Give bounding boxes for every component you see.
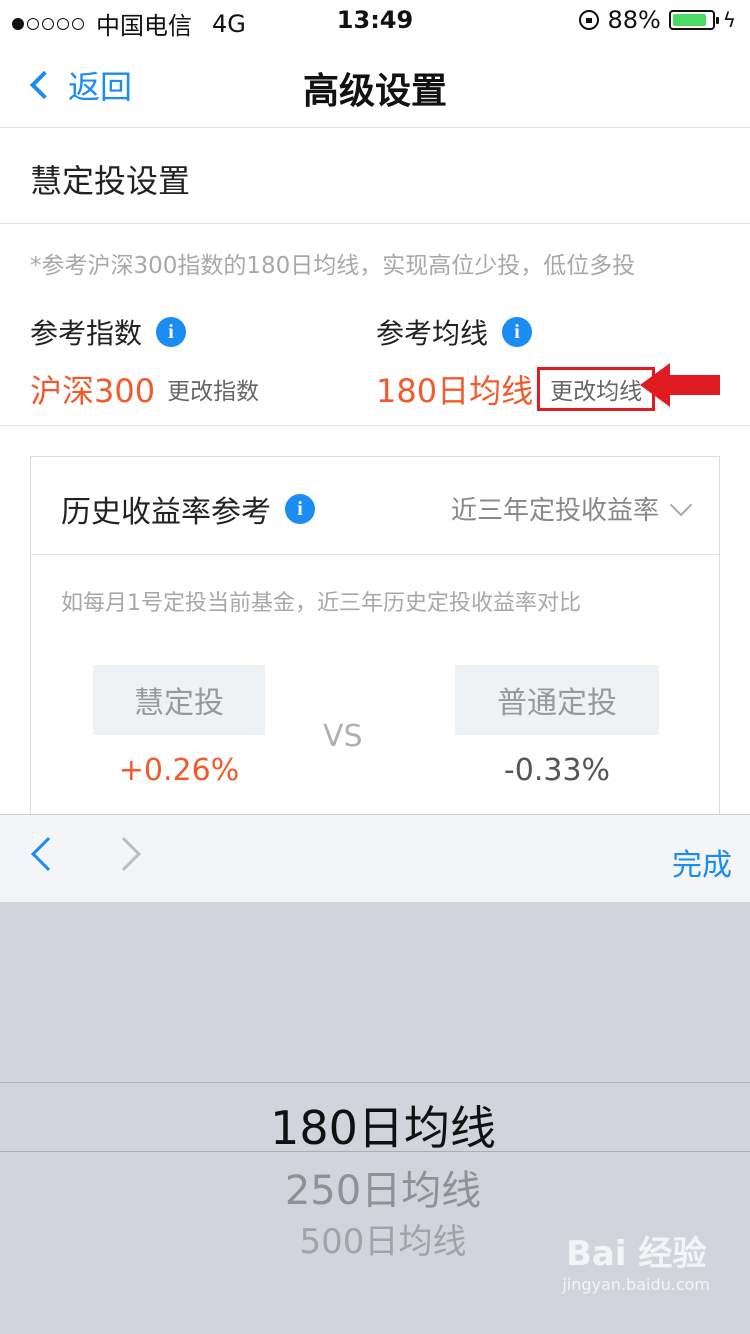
change-ma-link[interactable]: 更改均线 (537, 367, 656, 411)
baidu-jingyan-watermark: Bai 经验 jingyan.baidu.com (562, 1226, 710, 1294)
divider (0, 425, 750, 426)
reference-ma-label-row: 参考均线 i (376, 312, 655, 352)
card-title: 历史收益率参考 (61, 495, 271, 530)
done-button[interactable]: 完成 (672, 840, 732, 884)
card-description: 如每月1号定投当前基金，近三年历史定投收益率对比 (61, 591, 581, 616)
card-header: 历史收益率参考 i 近三年定投收益率 (31, 457, 719, 555)
period-selector[interactable]: 近三年定投收益率 (450, 490, 693, 527)
reference-ma-label: 参考均线 (376, 317, 489, 350)
watermark-main: Bai 经验 (565, 1234, 707, 1274)
picker-option[interactable]: 180日均线 (0, 1092, 750, 1158)
history-return-card: 历史收益率参考 i 近三年定投收益率 如每月1号定投当前基金，近三年历史定投收益… (30, 456, 720, 816)
status-bar: 中国电信 4G 13:49 88% ϟ (0, 0, 750, 40)
info-icon[interactable]: i (502, 317, 533, 347)
card-title-row: 历史收益率参考 i (61, 487, 315, 531)
reference-note: *参考沪深300指数的180日均线，实现高位少投，低位多投 (30, 253, 636, 279)
smart-invest-return: +0.26% (118, 753, 240, 788)
ma-picker[interactable]: 180日均线 250日均线 500日均线 Bai 经验 jingyan.baid… (0, 902, 750, 1334)
rotation-lock-icon (579, 10, 600, 30)
reference-index-label-row: 参考指数 i (30, 312, 259, 352)
battery-percent: 88% (607, 6, 661, 34)
navigation-bar: 返回 高级设置 (0, 40, 750, 128)
period-selector-label: 近三年定投收益率 (450, 496, 659, 526)
input-toolbar: 完成 (0, 814, 750, 902)
vs-label: VS (323, 719, 363, 754)
status-right: 88% ϟ (579, 6, 736, 34)
next-field-chevron-icon[interactable] (107, 837, 141, 871)
regular-invest-label: 普通定投 (455, 665, 659, 735)
chevron-down-icon (669, 493, 693, 516)
watermark-sub: jingyan.baidu.com (562, 1275, 710, 1294)
reference-ma-value-row: 180日均线 更改均线 (376, 366, 656, 412)
info-icon[interactable]: i (156, 317, 187, 347)
change-index-link[interactable]: 更改指数 (167, 372, 259, 406)
reference-ma-block: 参考均线 i 180日均线 更改均线 (376, 312, 656, 412)
info-icon[interactable]: i (285, 494, 315, 524)
battery-icon (668, 10, 719, 30)
charging-icon: ϟ (722, 8, 736, 32)
previous-field-chevron-icon[interactable] (31, 837, 65, 871)
reference-index-value: 沪深300 (30, 372, 156, 410)
smart-invest-label: 慧定投 (93, 665, 265, 735)
reference-index-label: 参考指数 (30, 317, 143, 350)
regular-invest-return: -0.33% (503, 753, 611, 788)
reference-index-block: 参考指数 i 沪深300 更改指数 (30, 312, 259, 412)
reference-ma-value: 180日均线 (376, 372, 534, 410)
section-header: 慧定投设置 (0, 128, 750, 224)
picker-selection-line-top (0, 1082, 750, 1083)
red-arrow-annotation-icon (640, 363, 720, 407)
page-title: 高级设置 (302, 71, 447, 112)
section-title: 慧定投设置 (30, 162, 191, 200)
picker-option[interactable]: 250日均线 (0, 1158, 750, 1216)
reference-index-value-row: 沪深300 更改指数 (30, 366, 259, 412)
